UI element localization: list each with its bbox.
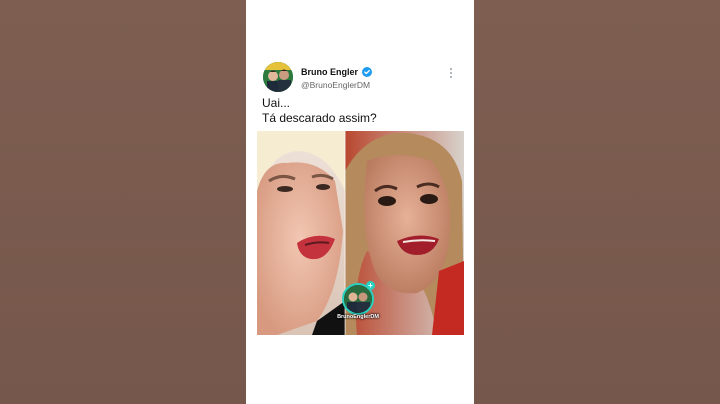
author-name[interactable]: Bruno Engler (301, 67, 358, 77)
left-eye-2 (316, 184, 330, 190)
right-blur-background (474, 0, 720, 404)
tweet-header: Bruno Engler @BrunoEnglerDM (263, 62, 463, 96)
right-face (364, 155, 451, 294)
more-options-icon[interactable] (445, 66, 457, 80)
watermark-label: BrunoEnglerDM (337, 314, 379, 320)
right-eye-2 (420, 194, 438, 204)
tweet-text-line-1: Uai... (262, 96, 291, 110)
left-blur-background (0, 0, 246, 404)
author-handle[interactable]: @BrunoEnglerDM (301, 80, 370, 90)
watermark: + BrunoEnglerDM (335, 281, 381, 325)
right-eye-1 (378, 196, 396, 206)
tweet-card: Bruno Engler @BrunoEnglerDM Uai... Tá de… (246, 0, 474, 404)
left-eye-1 (277, 186, 293, 192)
plus-icon: + (366, 281, 375, 290)
verified-badge-icon (362, 67, 373, 77)
author-avatar[interactable] (263, 62, 293, 92)
tweet-text-line-2: Tá descarado assim? (262, 111, 377, 125)
screen: Bruno Engler @BrunoEnglerDM Uai... Tá de… (0, 0, 720, 404)
tweet-text: Uai... Tá descarado assim? (262, 96, 377, 126)
author-name-row: Bruno Engler (301, 67, 373, 77)
tweet-media-video[interactable]: + BrunoEnglerDM (257, 131, 464, 335)
